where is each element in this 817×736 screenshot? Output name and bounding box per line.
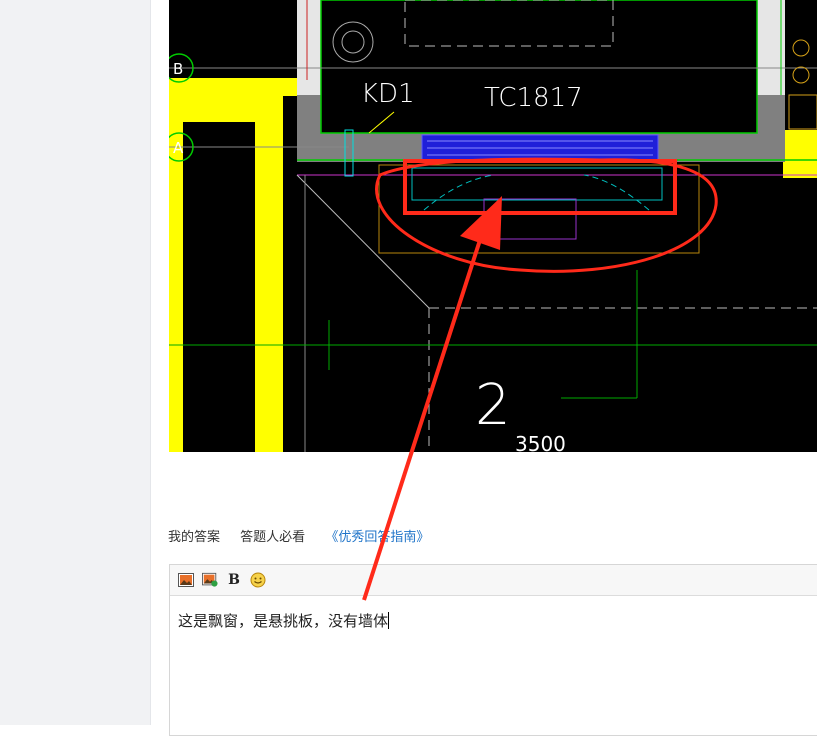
answer-editor: B 这是飘窗，是悬挑板，没有墙体 [169, 564, 817, 736]
symbol-circle [792, 39, 810, 57]
yellow-wall-right [783, 130, 817, 178]
room-outline [320, 0, 758, 134]
yellow-wall-top [169, 78, 304, 96]
answer-guide-link[interactable]: 《优秀回答指南》 [325, 530, 429, 545]
emoji-icon[interactable] [250, 572, 266, 588]
swing-right [583, 174, 650, 211]
editor-content[interactable]: 这是飘窗，是悬挑板，没有墙体 [170, 596, 817, 645]
bay-box [483, 198, 577, 240]
door-tag: KD1 [361, 79, 415, 109]
yellow-wall-column [255, 96, 283, 452]
cad-drawing-canvas: B A KD1 TC1817 2 3500 [169, 0, 817, 452]
diagonal-line [296, 174, 430, 309]
room-number: 2 [475, 373, 511, 438]
bold-icon[interactable]: B [226, 572, 242, 588]
cad-drawing-image: B A KD1 TC1817 2 3500 [169, 0, 817, 452]
grid-label-a: A [173, 139, 184, 157]
symbol-box [788, 94, 817, 130]
image-icon[interactable] [178, 572, 194, 588]
my-answer-label: 我的答案 [168, 530, 221, 545]
text-caret [388, 612, 390, 629]
answer-bar: 我的答案 答题人必看 《优秀回答指南》 [168, 526, 445, 545]
bay-outline [378, 164, 700, 254]
insert-image-icon[interactable] [202, 572, 218, 588]
grid-label-b: B [173, 60, 183, 78]
editor-toolbar: B [170, 565, 817, 596]
answer-text: 这是飘窗，是悬挑板，没有墙体 [178, 612, 389, 630]
bay-sill [411, 167, 663, 201]
window-tag: TC1817 [484, 83, 583, 113]
left-gutter [0, 0, 151, 725]
must-read-label: 答题人必看 [240, 530, 306, 545]
yellow-wall-inner [183, 96, 255, 122]
symbol-circle [792, 66, 810, 84]
dimension-value: 3500 [515, 432, 566, 452]
